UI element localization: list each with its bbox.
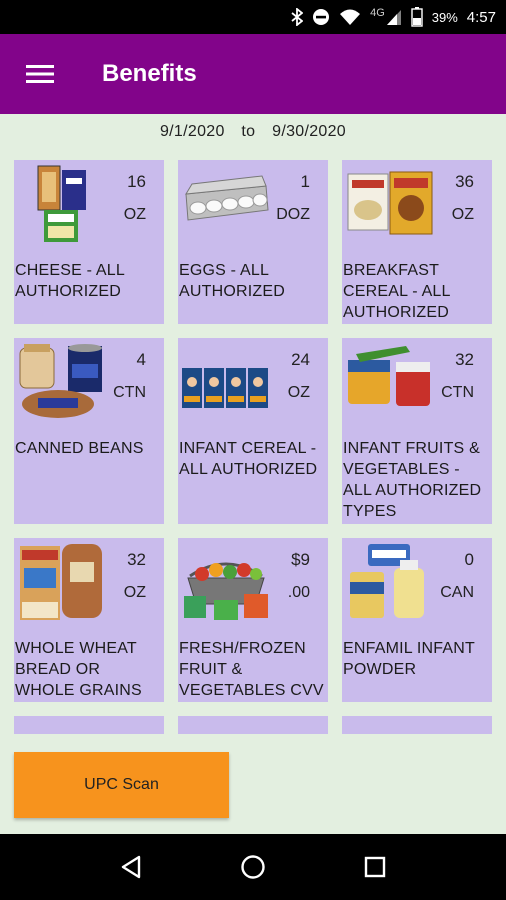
eggs-icon [182, 164, 270, 244]
upc-scan-button[interactable]: UPC Scan [14, 752, 229, 818]
benefit-tile-cheese[interactable]: 16 OZ CHEESE - ALL AUTHORIZED [14, 160, 164, 324]
cereal-icon [346, 164, 434, 244]
baby-food-icon [346, 342, 434, 422]
benefit-label: BREAKFAST CEREAL - ALL AUTHORIZED [343, 262, 451, 321]
benefit-qty: $9 [291, 550, 310, 569]
benefit-qty: 16 [127, 172, 146, 191]
bread-icon [18, 542, 106, 622]
status-bar: 4G 39% 4:57 [0, 0, 506, 34]
benefit-unit: DOZ [276, 206, 310, 223]
back-triangle-icon [121, 855, 141, 879]
benefit-qty: 36 [455, 172, 474, 191]
benefit-tile-cereal[interactable]: 36 OZ BREAKFAST CEREAL - ALL AUTHORIZED [342, 160, 492, 324]
benefit-unit: OZ [287, 384, 310, 401]
benefit-label: CANNED BEANS [15, 440, 144, 457]
benefit-tile-infant-cereal[interactable]: 24 OZ INFANT CEREAL - ALL AUTHORIZED [178, 338, 328, 524]
benefit-tile-formula[interactable]: 0 CAN ENFAMIL INFANT POWDER [342, 538, 492, 702]
benefit-tile-partial[interactable] [178, 716, 328, 734]
benefit-unit: CTN [441, 384, 474, 401]
network-type: 4G [370, 7, 385, 19]
bluetooth-icon [291, 7, 304, 27]
benefit-label: EGGS - ALL AUTHORIZED [179, 262, 285, 300]
benefit-label: INFANT FRUITS & VEGETABLES - ALL AUTHORI… [343, 440, 482, 520]
do-not-disturb-icon [312, 7, 330, 27]
benefit-unit: .00 [287, 584, 310, 601]
recents-button[interactable] [355, 847, 395, 887]
benefit-unit: OZ [451, 206, 474, 223]
benefit-qty: 0 [464, 550, 474, 569]
infant-cereal-icon [182, 342, 270, 422]
system-nav-bar [0, 834, 506, 900]
benefit-unit: OZ [123, 206, 146, 223]
period-start: 9/1/2020 [159, 123, 225, 140]
page-title: Benefits [102, 60, 197, 87]
benefit-qty: 32 [455, 350, 474, 369]
recents-square-icon [364, 856, 386, 878]
menu-button[interactable] [0, 34, 80, 114]
benefit-unit: CTN [113, 384, 146, 401]
back-button[interactable] [111, 847, 151, 887]
benefit-label: WHOLE WHEAT BREAD OR WHOLE GRAINS [15, 640, 142, 699]
benefit-tile-eggs[interactable]: 1 DOZ EGGS - ALL AUTHORIZED [178, 160, 328, 324]
benefit-unit: CAN [440, 584, 474, 601]
formula-icon [346, 542, 434, 622]
benefit-tile-partial[interactable] [342, 716, 492, 734]
benefit-tile-partial[interactable] [14, 716, 164, 734]
benefit-period: 9/1/2020 to 9/30/2020 [0, 123, 506, 141]
battery-percentage: 39% [431, 9, 458, 25]
benefit-label: ENFAMIL INFANT POWDER [343, 640, 475, 678]
app-bar: Benefits [0, 34, 506, 114]
benefit-label: CHEESE - ALL AUTHORIZED [15, 262, 125, 300]
benefit-tile-produce[interactable]: $9 .00 FRESH/FROZEN FRUIT & VEGETABLES C… [178, 538, 328, 702]
period-to: to [241, 123, 256, 140]
benefit-label: INFANT CEREAL - ALL AUTHORIZED [179, 440, 318, 478]
battery-icon [411, 7, 423, 27]
benefits-grid[interactable]: 16 OZ CHEESE - ALL AUTHORIZED 1 DOZ EGGS… [0, 150, 506, 734]
benefit-label: FRESH/FROZEN FRUIT & VEGETABLES CVV [179, 640, 324, 699]
produce-basket-icon [182, 542, 270, 622]
benefit-qty: 1 [300, 172, 310, 191]
signal-icon [386, 7, 402, 27]
hamburger-menu-icon [26, 65, 54, 83]
benefit-tile-infant-fruits[interactable]: 32 CTN INFANT FRUITS & VEGETABLES - ALL … [342, 338, 492, 524]
wifi-icon [339, 7, 361, 27]
beans-icon [18, 342, 106, 422]
home-button[interactable] [233, 847, 273, 887]
clock: 4:57 [466, 8, 496, 26]
benefit-qty: 32 [127, 550, 146, 569]
benefit-tile-beans[interactable]: 4 CTN CANNED BEANS [14, 338, 164, 524]
period-end: 9/30/2020 [272, 123, 347, 140]
home-circle-icon [241, 855, 265, 879]
benefit-tile-bread[interactable]: 32 OZ WHOLE WHEAT BREAD OR WHOLE GRAINS [14, 538, 164, 702]
benefit-qty: 24 [291, 350, 310, 369]
cheese-icon [18, 164, 106, 244]
benefit-qty: 4 [136, 350, 146, 369]
benefit-unit: OZ [123, 584, 146, 601]
